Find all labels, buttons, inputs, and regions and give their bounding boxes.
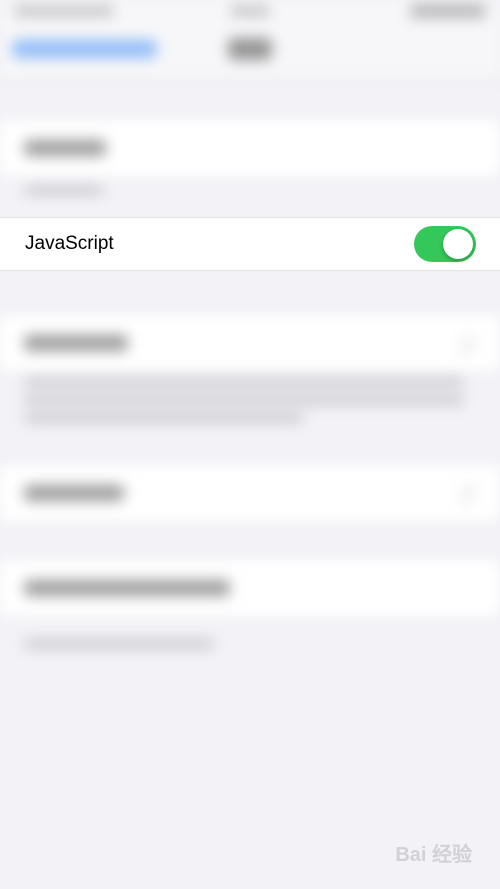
settings-cell-top[interactable] xyxy=(0,120,500,176)
cell-label xyxy=(24,140,106,156)
cell-label xyxy=(24,335,128,351)
cell-label xyxy=(24,580,230,596)
javascript-label: JavaScript xyxy=(25,233,114,254)
javascript-setting-row: JavaScript xyxy=(0,217,500,271)
section-footer xyxy=(24,414,304,422)
status-bar-left xyxy=(14,6,114,16)
javascript-toggle[interactable] xyxy=(414,226,476,262)
status-bar xyxy=(0,0,500,24)
section-footer xyxy=(24,640,214,648)
settings-cell-experimental[interactable] xyxy=(0,560,500,616)
settings-cell-data[interactable] xyxy=(0,465,500,521)
blurred-background xyxy=(0,0,500,889)
chevron-right-icon xyxy=(452,333,475,356)
section-footer xyxy=(24,396,464,404)
section-footer xyxy=(24,378,464,386)
settings-cell-advanced[interactable] xyxy=(0,315,500,371)
section-footer xyxy=(24,186,104,194)
chevron-right-icon xyxy=(452,483,475,506)
nav-title xyxy=(228,38,272,60)
cell-label xyxy=(24,485,124,501)
watermark-logo: Bai 经验 xyxy=(395,844,472,866)
nav-bar xyxy=(0,24,500,81)
status-bar-time xyxy=(230,6,270,16)
toggle-knob xyxy=(443,229,473,259)
status-bar-battery xyxy=(410,4,486,18)
back-link[interactable] xyxy=(12,40,157,58)
